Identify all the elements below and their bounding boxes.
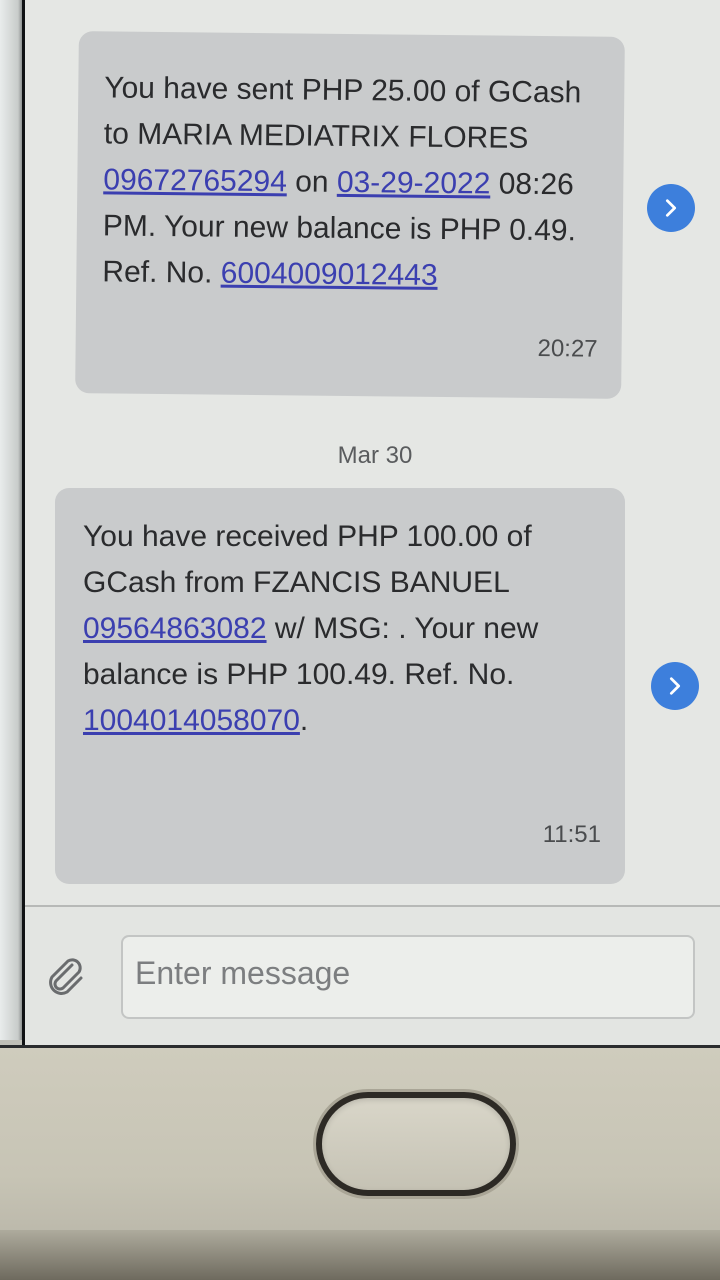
message-time: 11:51 [542, 821, 601, 848]
message-time: 20:27 [537, 334, 598, 363]
reference-number-link[interactable]: 1004014058070 [83, 704, 300, 737]
paperclip-icon[interactable] [39, 951, 89, 1001]
message-text-part: You have received PHP 100.00 of GCash fr… [83, 520, 532, 599]
message-text-part: You have sent PHP 25.00 of GCash to MARI… [103, 71, 582, 155]
chevron-right-icon [665, 199, 677, 217]
forward-message-button[interactable] [651, 662, 699, 710]
phone-bottom-edge [0, 1230, 720, 1280]
date-link[interactable]: 03-29-2022 [337, 166, 491, 201]
forward-message-button[interactable] [647, 184, 695, 232]
message-text-part: on [286, 165, 338, 199]
phone-number-link[interactable]: 09672765294 [103, 163, 287, 198]
messages-screen: You have sent PHP 25.00 of GCash to MARI… [22, 0, 720, 1045]
reference-number-link[interactable]: 6004009012443 [221, 257, 438, 292]
message-bubble-sent-gcash[interactable]: You have sent PHP 25.00 of GCash to MARI… [75, 31, 625, 399]
message-bubble-received-gcash[interactable]: You have received PHP 100.00 of GCash fr… [55, 488, 625, 884]
message-input[interactable] [135, 955, 681, 992]
home-button[interactable] [316, 1092, 516, 1196]
date-separator: Mar 30 [337, 442, 413, 469]
message-text: You have sent PHP 25.00 of GCash to MARI… [102, 65, 600, 300]
compose-bar [25, 905, 720, 1045]
chevron-right-icon [669, 677, 681, 695]
phone-number-link[interactable]: 09564863082 [83, 612, 267, 645]
message-text: You have received PHP 100.00 of GCash fr… [83, 514, 601, 744]
message-input-box[interactable] [121, 935, 695, 1019]
message-text-part: . [299, 704, 309, 737]
